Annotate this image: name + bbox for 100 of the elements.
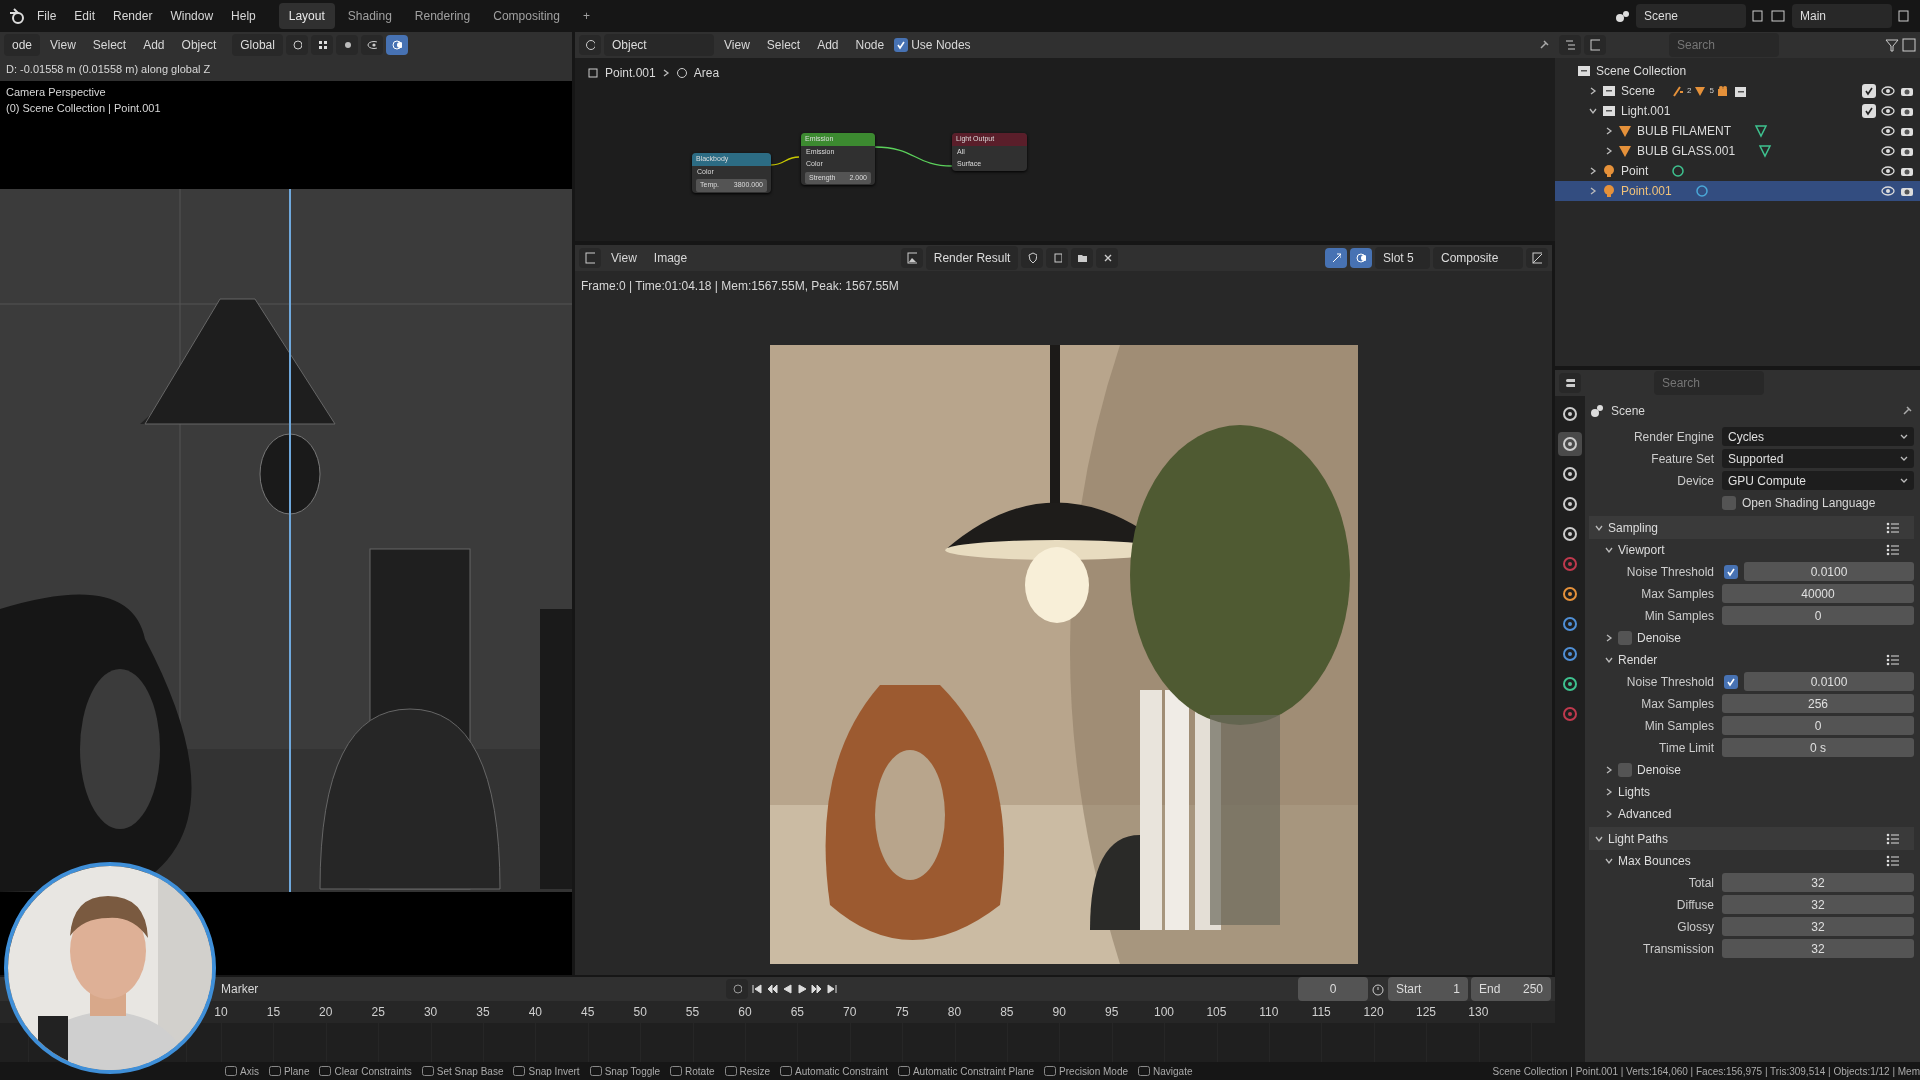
number-field[interactable]: 32 [1722,939,1914,958]
chevron-down-icon[interactable] [1605,656,1613,664]
camera-icon[interactable] [1900,85,1914,97]
gizmo-icon[interactable] [1325,248,1347,268]
list-icon[interactable] [1886,855,1900,867]
outliner-item[interactable]: Scene Collection [1555,61,1920,81]
chevron-right-icon[interactable] [1605,766,1613,774]
visibility-icon[interactable] [360,35,383,55]
copy-icon[interactable] [1750,8,1766,24]
proportional-icon[interactable] [335,35,358,55]
chevron-right-icon[interactable] [1605,147,1613,155]
snap-icon[interactable] [310,35,333,55]
number-field[interactable]: 0.0100 [1744,672,1914,691]
render-tab[interactable] [1558,432,1582,456]
subpanel-header[interactable]: Viewport [1589,539,1914,561]
exclude-checkbox[interactable] [1862,84,1876,98]
checkbox[interactable] [894,38,909,52]
chevron-right-icon[interactable] [1589,167,1597,175]
workspace-tab[interactable]: Compositing [483,3,570,29]
number-field[interactable]: 40000 [1722,584,1914,603]
panel-header[interactable]: Light Paths [1589,827,1914,850]
editor-type-icon[interactable] [579,35,601,55]
dropdown[interactable]: Cycles [1722,427,1914,446]
checkbox[interactable] [1618,631,1632,645]
menu-item[interactable]: View [43,34,83,56]
outliner-item[interactable]: BULB GLASS.001 [1555,141,1920,161]
list-icon[interactable] [1886,832,1900,845]
subpanel-header[interactable]: Advanced [1589,803,1914,825]
camera-icon[interactable] [1900,165,1914,177]
list-icon[interactable] [1886,654,1900,666]
menu-item[interactable]: Edit [67,5,103,27]
eye-icon[interactable] [1881,85,1895,97]
jump-end-icon[interactable] [825,983,838,995]
eye-icon[interactable] [1881,125,1895,137]
filter-icon[interactable] [1584,35,1606,55]
image-icon[interactable] [900,248,923,268]
list-icon[interactable] [1886,544,1900,556]
chevron-right-icon[interactable] [1605,810,1613,818]
workspace-tab[interactable]: Shading [337,3,402,29]
menu-item[interactable]: Object [174,34,224,56]
chevron-right-icon[interactable] [1605,788,1613,796]
chevron-down-icon[interactable] [1589,107,1597,115]
shader-type-dropdown[interactable]: Object [604,34,714,56]
editor-type-icon[interactable] [1559,373,1581,393]
number-field[interactable]: 32 [1722,917,1914,936]
dropdown[interactable]: GPU Compute [1722,471,1914,490]
outliner-item[interactable]: Point.001 [1555,181,1920,201]
camera-icon[interactable] [1900,125,1914,137]
play-icon[interactable] [795,983,808,995]
pass-dropdown[interactable]: Composite [1433,247,1523,269]
chevron-right-icon[interactable] [661,69,670,77]
search-field[interactable]: Search [1654,371,1764,395]
outliner-item[interactable]: Light.001 [1555,101,1920,121]
add-workspace-button[interactable]: + [572,3,600,29]
checkbox[interactable] [1618,763,1632,777]
eye-icon[interactable] [1881,145,1895,157]
chevron-right-icon[interactable] [1589,187,1597,195]
subpanel-header[interactable]: Denoise [1589,627,1914,649]
chevron-down-icon[interactable] [1595,523,1603,532]
list-icon[interactable] [1886,521,1900,534]
number-field[interactable]: 0 s [1722,738,1914,757]
chevron-right-icon[interactable] [1605,127,1613,135]
copy-icon[interactable] [1046,248,1069,268]
number-field[interactable]: 0 [1722,716,1914,735]
chevron-right-icon[interactable] [1589,87,1597,95]
eye-icon[interactable] [1881,105,1895,117]
filter-icon[interactable] [1885,38,1899,52]
number-field[interactable]: 32 [1722,873,1914,892]
eye-icon[interactable] [1881,165,1895,177]
start-frame-field[interactable]: Start 1 [1388,977,1468,1001]
menu-item[interactable]: Node [848,34,892,56]
menu-item[interactable]: Window [163,5,221,27]
display-mode-icon[interactable] [1559,35,1581,55]
subpanel-header[interactable]: Render [1589,649,1914,671]
search-field[interactable]: Search [1669,33,1779,57]
new-collection-icon[interactable] [1902,38,1916,52]
close-icon[interactable] [1096,248,1119,268]
subpanel-header[interactable]: Max Bounces [1589,850,1914,872]
menu-item[interactable]: Select [85,34,134,56]
keyframe-next-icon[interactable] [810,983,823,995]
menu-item[interactable]: Add [136,34,172,56]
outliner-item[interactable]: Scene 2 5 [1555,81,1920,101]
subpanel-header[interactable]: Lights [1589,781,1914,803]
workspace-tab[interactable]: Layout [278,3,335,29]
subpanel-header[interactable]: Denoise [1589,759,1914,781]
display-icon[interactable] [1526,248,1548,268]
chevron-right-icon[interactable] [1605,634,1613,642]
menu-item[interactable]: Render [106,5,160,27]
number-field[interactable]: 32 [1722,895,1914,914]
end-frame-field[interactable]: End 250 [1471,977,1551,1001]
number-field[interactable]: 0.0100 [1744,562,1914,581]
pivot-icon[interactable] [285,35,308,55]
chevron-down-icon[interactable] [1605,857,1613,865]
image-name-field[interactable]: Render Result [925,246,1019,270]
outliner-item[interactable]: BULB FILAMENT [1555,121,1920,141]
camera-icon[interactable] [1900,145,1914,157]
eye-icon[interactable] [1881,185,1895,197]
menu-item[interactable]: File [30,5,64,27]
outliner-item[interactable]: Point [1555,161,1920,181]
menu-item[interactable]: View [604,247,644,269]
